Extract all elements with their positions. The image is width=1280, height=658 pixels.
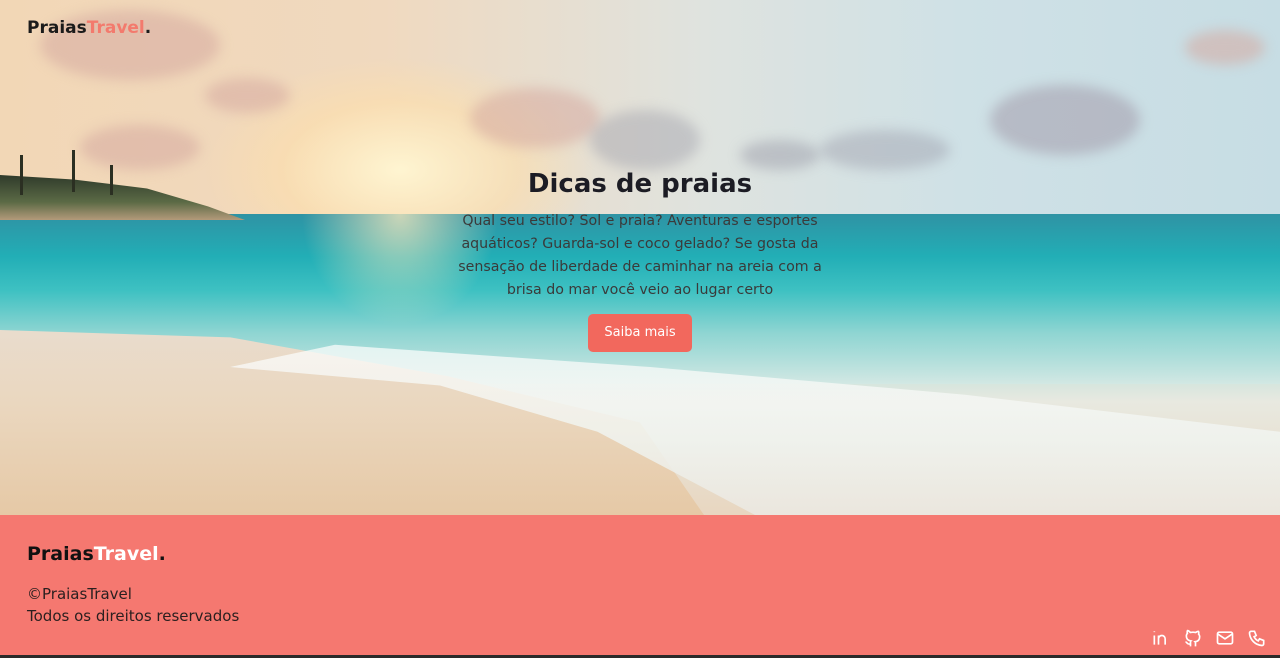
footer-copyright-block: ©PraiasTravel Todos os direitos reservad… xyxy=(27,583,239,627)
footer: PraiasTravel. ©PraiasTravel Todos os dir… xyxy=(0,515,1280,655)
footer-logo-accent: Travel xyxy=(93,543,159,565)
footer-logo-name: Praias xyxy=(27,543,94,565)
footer-logo[interactable]: PraiasTravel. xyxy=(27,543,166,565)
social-links xyxy=(1150,627,1268,649)
logo-name: Praias xyxy=(27,18,87,38)
rights-text: Todos os direitos reservados xyxy=(27,607,240,625)
hero-description: Qual seu estilo? Sol e praia? Aventuras … xyxy=(458,213,822,298)
logo-dot: . xyxy=(144,18,152,38)
saiba-mais-button[interactable]: Saiba mais xyxy=(588,314,692,352)
logo-accent: Travel xyxy=(86,18,145,38)
mail-icon[interactable] xyxy=(1214,627,1236,649)
footer-logo-dot: . xyxy=(158,543,166,565)
hero-content: Dicas de praias Qual seu estilo? Sol e p… xyxy=(450,166,830,352)
hero-title: Dicas de praias xyxy=(527,169,753,199)
hero-section: PraiasTravel. Dicas de praias Qual seu e… xyxy=(0,0,1280,515)
github-icon[interactable] xyxy=(1182,627,1204,649)
header-logo[interactable]: PraiasTravel. xyxy=(27,18,151,40)
copyright-text: ©PraiasTravel xyxy=(27,585,132,603)
phone-icon[interactable] xyxy=(1246,627,1268,649)
linkedin-icon[interactable] xyxy=(1150,627,1172,649)
